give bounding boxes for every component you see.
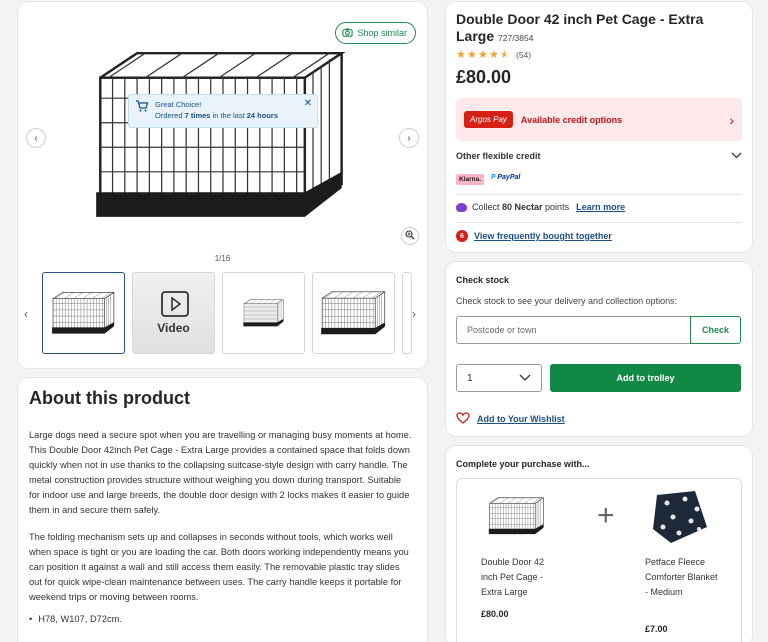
social-proof-popup: Great Choice! Ordered 7 times in the las…	[128, 94, 318, 128]
chevron-left-icon: ‹	[34, 132, 38, 144]
fbt-count-badge: 6	[456, 230, 468, 242]
image-counter: 1/16	[214, 254, 231, 263]
bundle-item-1-price: £80.00	[481, 609, 509, 619]
zoom-in-icon	[405, 229, 415, 243]
nectar-text: Collect 80 Nectar points	[472, 202, 570, 212]
product-gallery: Shop similar ‹ › Great Choice! Ordered 7…	[18, 2, 427, 368]
add-to-trolley-button[interactable]: Add to trolley	[550, 364, 741, 392]
trolley-icon	[135, 99, 149, 123]
bundle-item-1-image[interactable]	[487, 491, 547, 541]
argos-pay-banner[interactable]: Argos Pay Available credit options ›	[456, 98, 742, 141]
about-heading: About this product	[29, 388, 190, 408]
zoom-button[interactable]	[401, 227, 419, 245]
check-button[interactable]: Check	[690, 316, 741, 344]
check-stock-subtitle: Check stock to see your delivery and col…	[456, 296, 678, 306]
cage-thumbnail-image	[51, 292, 114, 334]
wishlist-link[interactable]: Add to Your Wishlist	[477, 414, 565, 424]
chevron-down-icon	[731, 151, 742, 161]
bullet-icon: •	[29, 614, 33, 624]
learn-more-link[interactable]: Learn more	[576, 202, 625, 212]
thumbnail-5-partial[interactable]	[402, 272, 412, 354]
thumbnail-3[interactable]	[222, 272, 305, 354]
product-price: £80.00	[456, 67, 512, 87]
product-sku: 727/3854	[498, 33, 534, 43]
nectar-icon	[456, 202, 467, 212]
shop-similar-button[interactable]: Shop similar	[335, 22, 416, 44]
check-stock-panel: Check stock Check stock to see your deli…	[446, 262, 752, 436]
argos-pay-text: Available credit options	[520, 114, 623, 125]
chevron-right-icon: ›	[407, 132, 411, 144]
star-icon: ★	[456, 49, 466, 61]
popup-message: Ordered 7 times in the last 24 hours	[155, 111, 279, 120]
thumb-prev-button[interactable]: ‹	[24, 307, 28, 321]
about-paragraph-1: Large dogs need a secure spot when you a…	[29, 430, 412, 515]
shop-similar-label: Shop similar	[357, 28, 407, 38]
play-icon	[161, 291, 189, 322]
gallery-prev-button[interactable]: ‹	[26, 128, 46, 148]
review-count[interactable]: (54)	[516, 50, 531, 60]
chevron-down-icon	[519, 373, 531, 384]
product-title: Double Door 42 inch Pet Cage - Extra Lar…	[456, 11, 704, 44]
chevron-right-icon: ›	[729, 111, 734, 128]
star-rating[interactable]: ★ ★ ★ ★ ★ (54)	[456, 49, 531, 61]
divider	[456, 222, 742, 223]
argos-pay-logo: Argos Pay	[464, 111, 513, 128]
thumb-next-button[interactable]: ›	[412, 307, 416, 321]
half-star-icon: ★	[500, 49, 510, 61]
quantity-select[interactable]: 1	[456, 364, 542, 392]
product-info-panel: Double Door 42 inch Pet Cage - Extra Lar…	[446, 2, 752, 252]
about-bullet-dimensions: • H78, W107, D72cm.	[29, 614, 122, 624]
thumbnail-4[interactable]	[312, 272, 395, 354]
klarna-logo: Klarna.	[456, 174, 485, 185]
camera-search-icon	[342, 27, 354, 40]
complete-purchase-heading: Complete your purchase with...	[456, 459, 590, 469]
quantity-value: 1	[467, 372, 473, 384]
postcode-input[interactable]: Postcode or town	[456, 316, 691, 344]
plus-icon: +	[597, 499, 615, 532]
bundle-item-2-name[interactable]: Petface Fleece Comforter Blanket - Mediu…	[645, 555, 720, 600]
about-paragraph-2: The folding mechanism sets up and collap…	[29, 532, 409, 602]
heart-icon	[456, 412, 470, 426]
bundle-item-2-price: £7.00	[645, 624, 668, 634]
nectar-points-row: Collect 80 Nectar points Learn more	[456, 202, 625, 212]
product-main-image[interactable]	[88, 30, 358, 240]
thumbnail-video[interactable]: Video	[132, 272, 215, 354]
popup-title: Great Choice!	[155, 100, 202, 109]
bundle-box: + Double Door 42 inch Pet Cage - Extra L…	[456, 478, 742, 642]
about-product-section: About this product Large dogs need a sec…	[18, 378, 427, 642]
gallery-next-button[interactable]: ›	[399, 128, 419, 148]
bundle-item-2-image[interactable]	[649, 489, 713, 547]
add-to-wishlist-row[interactable]: Add to Your Wishlist	[456, 412, 565, 426]
frequently-bought-together-row: 6 View frequently bought together	[456, 230, 612, 242]
chevron-left-icon: ‹	[24, 307, 28, 321]
video-label: Video	[157, 321, 190, 335]
bundle-item-1-name[interactable]: Double Door 42 inch Pet Cage - Extra Lar…	[481, 555, 556, 600]
other-credit-label: Other flexible credit	[456, 151, 541, 161]
star-icon: ★	[467, 49, 477, 61]
close-icon[interactable]: ✕	[304, 98, 312, 109]
fbt-link[interactable]: View frequently bought together	[474, 231, 612, 241]
other-flexible-credit-toggle[interactable]: Other flexible credit	[456, 151, 742, 161]
chevron-right-icon: ›	[412, 307, 416, 321]
check-stock-heading: Check stock	[456, 275, 510, 285]
star-icon: ★	[489, 49, 499, 61]
cage-thumbnail-image	[320, 291, 385, 335]
divider	[456, 194, 742, 195]
thumbnail-1[interactable]	[42, 272, 125, 354]
paypal-logo: P PayPal	[491, 174, 521, 181]
star-icon: ★	[478, 49, 488, 61]
cage-thumbnail-image	[242, 299, 284, 327]
complete-your-purchase-panel: Complete your purchase with... + Double …	[446, 446, 752, 642]
